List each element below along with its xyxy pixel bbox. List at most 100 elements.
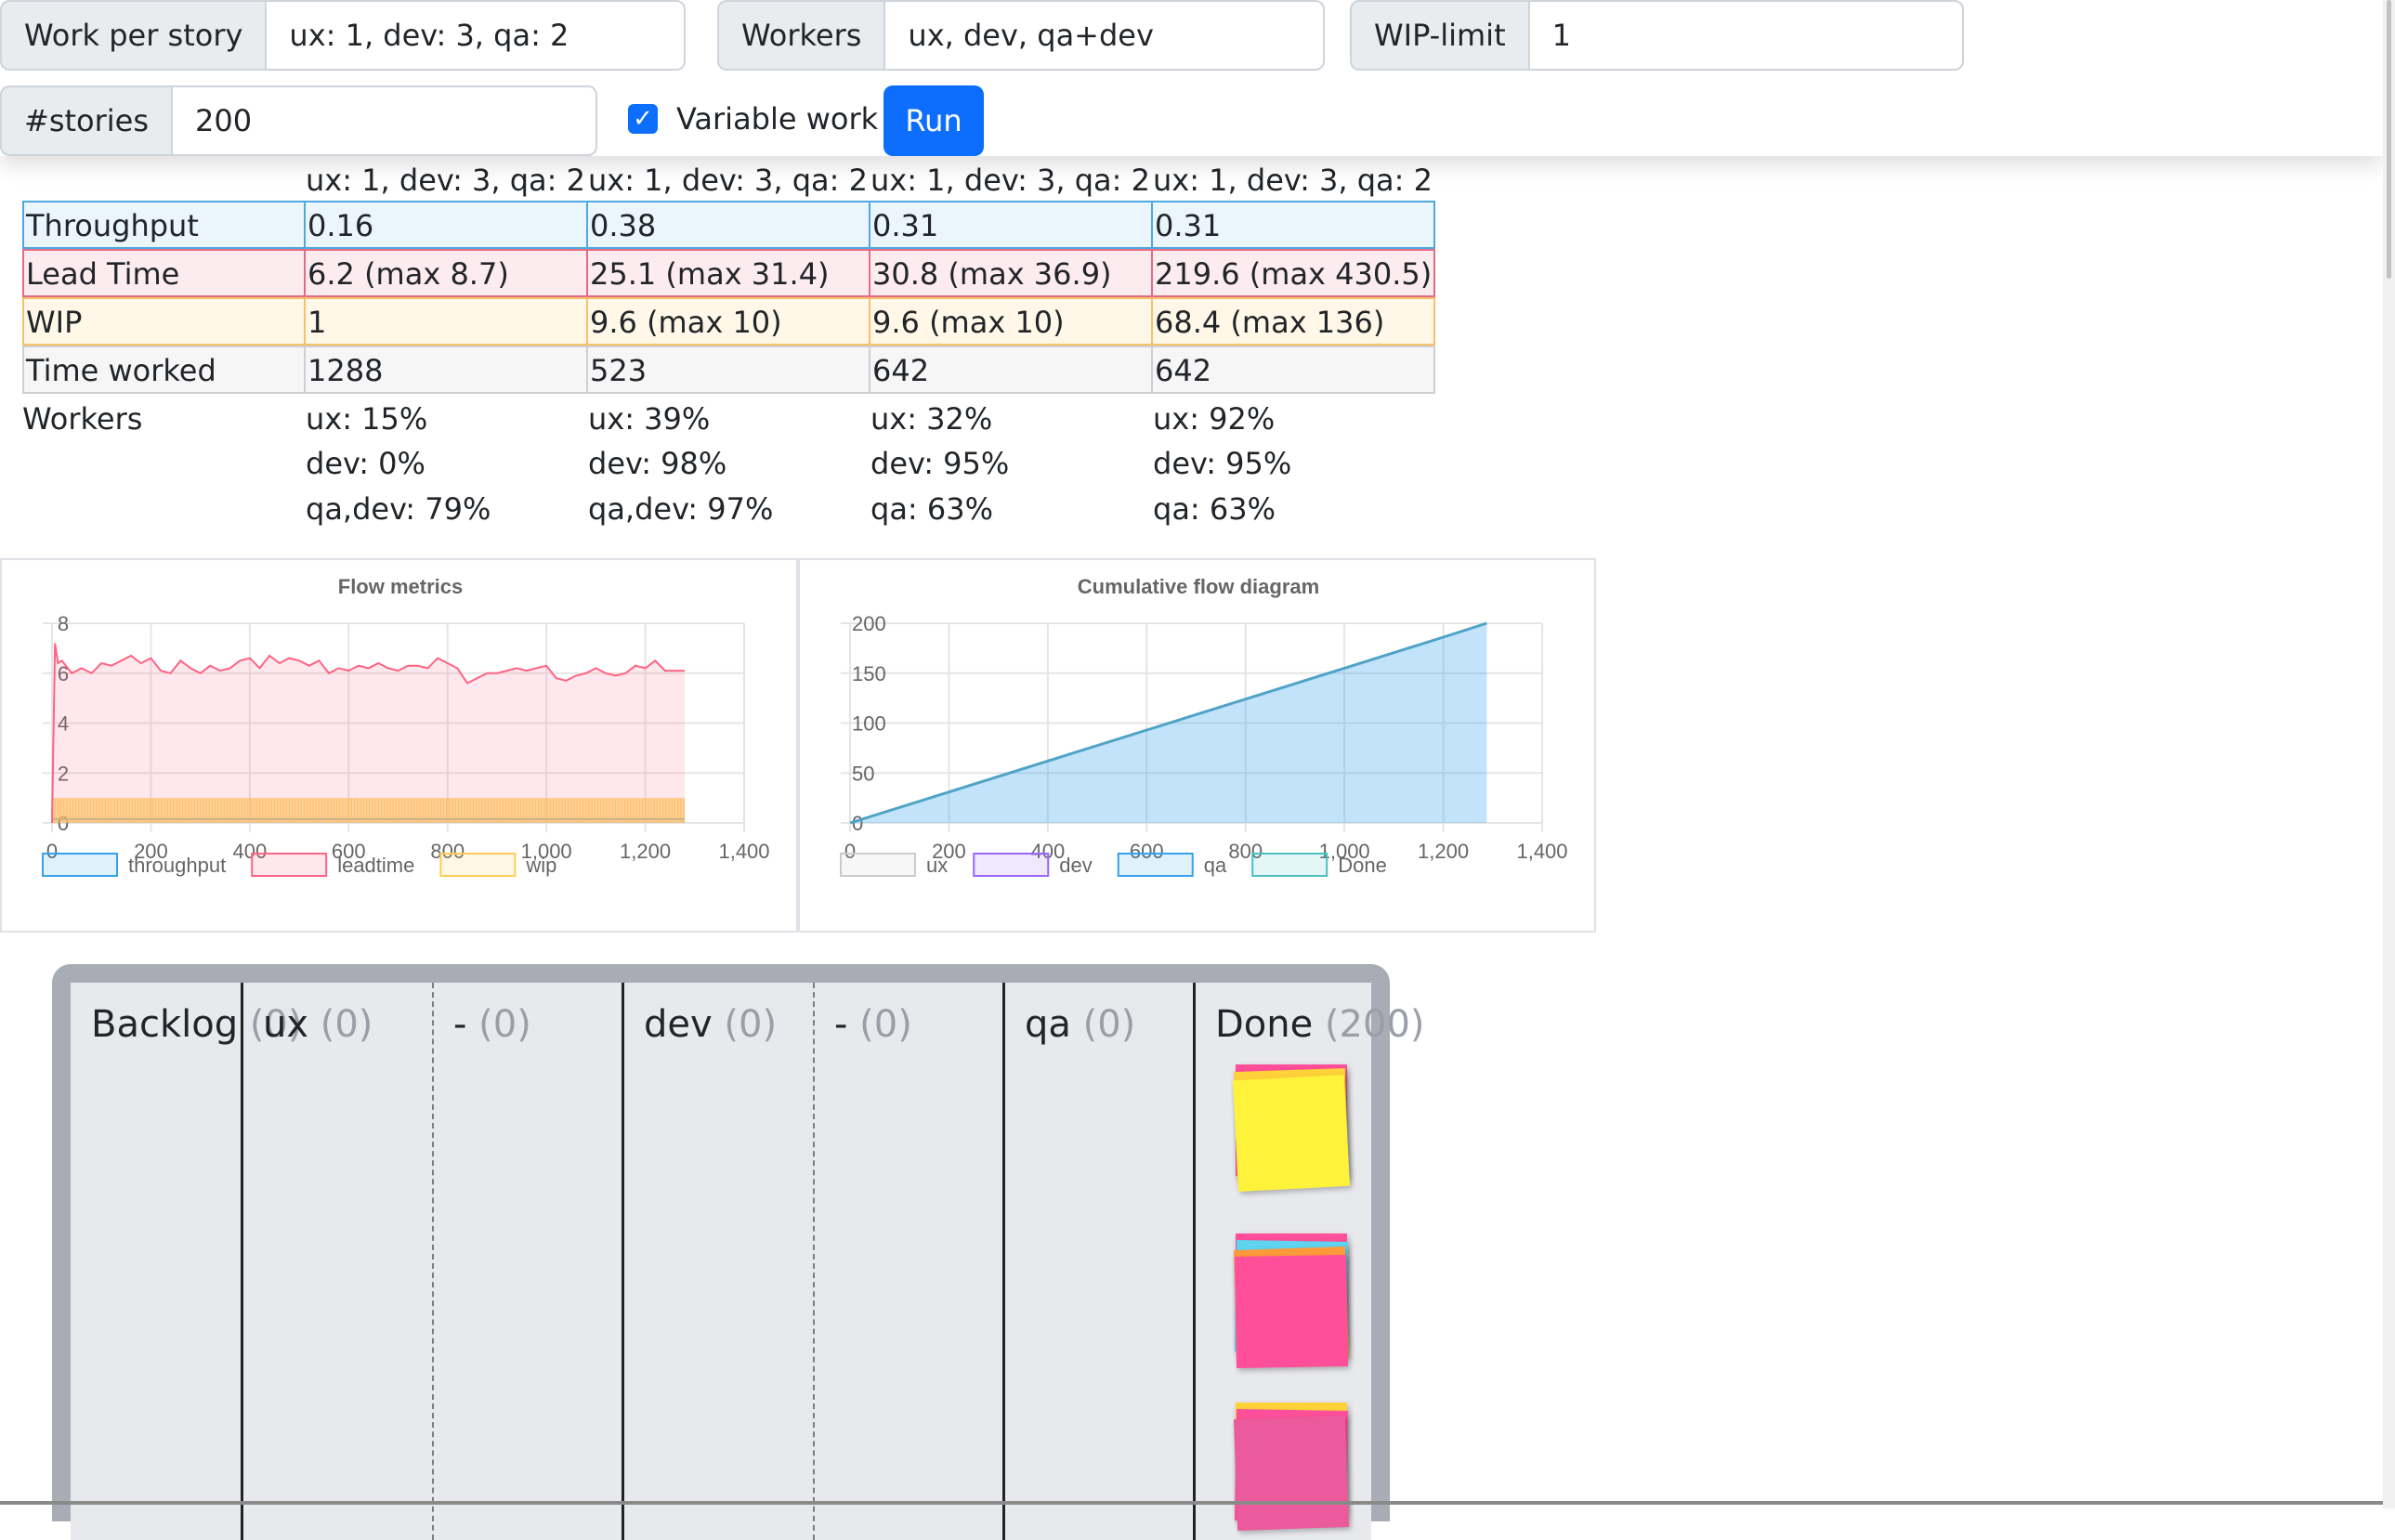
column-header: - (0): [453, 1003, 531, 1046]
legend-swatch-Done: [1251, 853, 1328, 877]
work-per-story-label: Work per story: [0, 0, 266, 71]
workers-group: Workers ux, dev, qa+dev: [717, 0, 1325, 71]
column-name: -: [453, 1003, 467, 1046]
kanban-board-inner: Backlog (0) ux (0) - (0) dev (0) - (0) q…: [71, 983, 1425, 1540]
worker-utilization: ux: 92%: [1153, 401, 1276, 437]
throughput-value: 0.38: [586, 201, 870, 249]
legend-label: Done: [1338, 854, 1387, 877]
variable-work-checkbox[interactable]: ✓: [628, 104, 658, 134]
time-worked-value: 642: [869, 346, 1153, 394]
chart-title: Flow metrics: [338, 575, 463, 598]
throughput-row: Throughput 0.16 0.38 0.31 0.31: [22, 201, 1435, 249]
column-header: Done (200): [1215, 1003, 1425, 1046]
x-tick-label: 1,400: [718, 840, 769, 863]
wip-limit-input[interactable]: 1: [1527, 0, 1964, 71]
legend-label: qa: [1204, 854, 1227, 877]
column-count: (0): [478, 1003, 531, 1046]
wip-value: 1: [304, 297, 588, 346]
row-label: Lead Time: [22, 249, 306, 297]
legend-label: throughput: [128, 854, 226, 877]
time-worked-value: 1288: [304, 346, 588, 394]
column-name: qa: [1025, 1003, 1071, 1046]
legend-swatch-qa: [1117, 853, 1194, 877]
worker-utilization: dev: 98%: [588, 446, 727, 481]
x-tick-label: 1,200: [620, 840, 671, 863]
worker-utilization: qa,dev: 79%: [306, 491, 491, 527]
legend-label: wip: [525, 854, 556, 877]
worker-utilization: ux: 32%: [870, 401, 993, 437]
worker-utilization: dev: 95%: [870, 446, 1010, 481]
board-column-dev-done: - (0): [814, 983, 1004, 1540]
wip-limit-label: WIP-limit: [1350, 0, 1528, 71]
worker-utilization: qa,dev: 97%: [588, 491, 774, 527]
column-separator: [241, 983, 243, 1540]
workers-input[interactable]: ux, dev, qa+dev: [883, 0, 1325, 71]
page-bottom-border: [0, 1501, 2383, 1505]
column-count: (200): [1324, 1003, 1425, 1046]
lead-time-value: 6.2 (max 8.7): [304, 249, 588, 297]
column-count: (0): [724, 1003, 778, 1046]
metrics-header-cell: ux: 1, dev: 3, qa: 2: [588, 163, 868, 198]
variable-work-checkbox-group[interactable]: ✓ Variable work: [628, 101, 878, 137]
column-count: (0): [859, 1003, 912, 1046]
legend-swatch-leadtime: [251, 853, 328, 877]
row-label: Time worked: [22, 346, 306, 394]
column-name: Backlog: [91, 1003, 239, 1046]
worker-utilization: dev: 0%: [306, 446, 425, 481]
run-button[interactable]: Run: [883, 85, 984, 156]
cumulative-flow-chart-panel: Cumulative flow diagram 0 200 400 600 800 1,00…: [798, 558, 1596, 933]
column-separator: [432, 983, 434, 1540]
controls-panel: Work per story ux: 1, dev: 3, qa: 2 Work…: [0, 0, 2383, 156]
board-column-ux-done: - (0): [433, 983, 623, 1540]
y-tick-label: 50: [852, 762, 874, 785]
column-count: (0): [1082, 1003, 1136, 1046]
column-separator: [813, 983, 815, 1540]
legend-swatch-ux: [840, 853, 916, 877]
column-name: Done: [1215, 1003, 1314, 1046]
workers-label: Workers: [22, 401, 143, 437]
column-header: qa (0): [1025, 1003, 1135, 1046]
story-card[interactable]: [1232, 1074, 1351, 1193]
throughput-value: 0.16: [304, 201, 588, 249]
wip-value: 9.6 (max 10): [586, 297, 870, 346]
metrics-header-cell: ux: 1, dev: 3, qa: 2: [870, 163, 1150, 198]
cumulative-flow-chart: Cumulative flow diagram0 200 400 600 800 1,00…: [840, 575, 1568, 877]
y-tick-label: 0: [852, 812, 863, 835]
lead-time-value: 219.6 (max 430.5): [1151, 249, 1435, 297]
board-column-ux: ux (0): [242, 983, 433, 1540]
legend-swatch-throughput: [42, 853, 118, 877]
column-count: (0): [320, 1003, 373, 1046]
board-column-done: Done (200): [1195, 983, 1425, 1540]
scrollbar-thumb[interactable]: [2387, 0, 2391, 279]
wip-value: 68.4 (max 136): [1151, 297, 1435, 346]
board-column-backlog: Backlog (0): [71, 983, 302, 1540]
column-separator: [1002, 983, 1005, 1540]
worker-utilization: qa: 63%: [1153, 491, 1276, 527]
x-tick-label: 1,400: [1516, 840, 1567, 863]
row-label: WIP: [22, 297, 306, 346]
legend-label: ux: [926, 854, 948, 877]
worker-utilization: qa: 63%: [870, 491, 993, 527]
metrics-header-row: ux: 1, dev: 3, qa: 2 ux: 1, dev: 3, qa: …: [22, 156, 1433, 204]
lead-time-value: 25.1 (max 31.4): [586, 249, 870, 297]
wip-row: WIP 1 9.6 (max 10) 9.6 (max 10) 68.4 (ma…: [22, 297, 1435, 346]
series-area-leadtime: [52, 643, 686, 823]
worker-utilization: ux: 39%: [588, 401, 711, 437]
work-per-story-input[interactable]: ux: 1, dev: 3, qa: 2: [265, 0, 686, 71]
time-worked-value: 523: [586, 346, 870, 394]
kanban-board: Backlog (0) ux (0) - (0) dev (0) - (0) q…: [52, 964, 1425, 1540]
board-column-dev: dev (0): [623, 983, 814, 1540]
wip-value: 9.6 (max 10): [869, 297, 1153, 346]
story-card[interactable]: [1234, 1254, 1349, 1369]
column-name: dev: [644, 1003, 713, 1046]
page-scrollbar[interactable]: [2383, 0, 2395, 1508]
legend-swatch-dev: [973, 853, 1050, 877]
lead-time-row: Lead Time 6.2 (max 8.7) 25.1 (max 31.4) …: [22, 249, 1435, 297]
stories-input[interactable]: 200: [171, 85, 597, 156]
workers-label: Workers: [717, 0, 884, 71]
wip-limit-group: WIP-limit 1: [1350, 0, 1964, 71]
chart-title: Cumulative flow diagram: [1078, 575, 1319, 598]
column-header: dev (0): [644, 1003, 777, 1046]
story-card[interactable]: [1233, 1415, 1350, 1532]
metrics-header-cell: ux: 1, dev: 3, qa: 2: [1153, 163, 1433, 198]
